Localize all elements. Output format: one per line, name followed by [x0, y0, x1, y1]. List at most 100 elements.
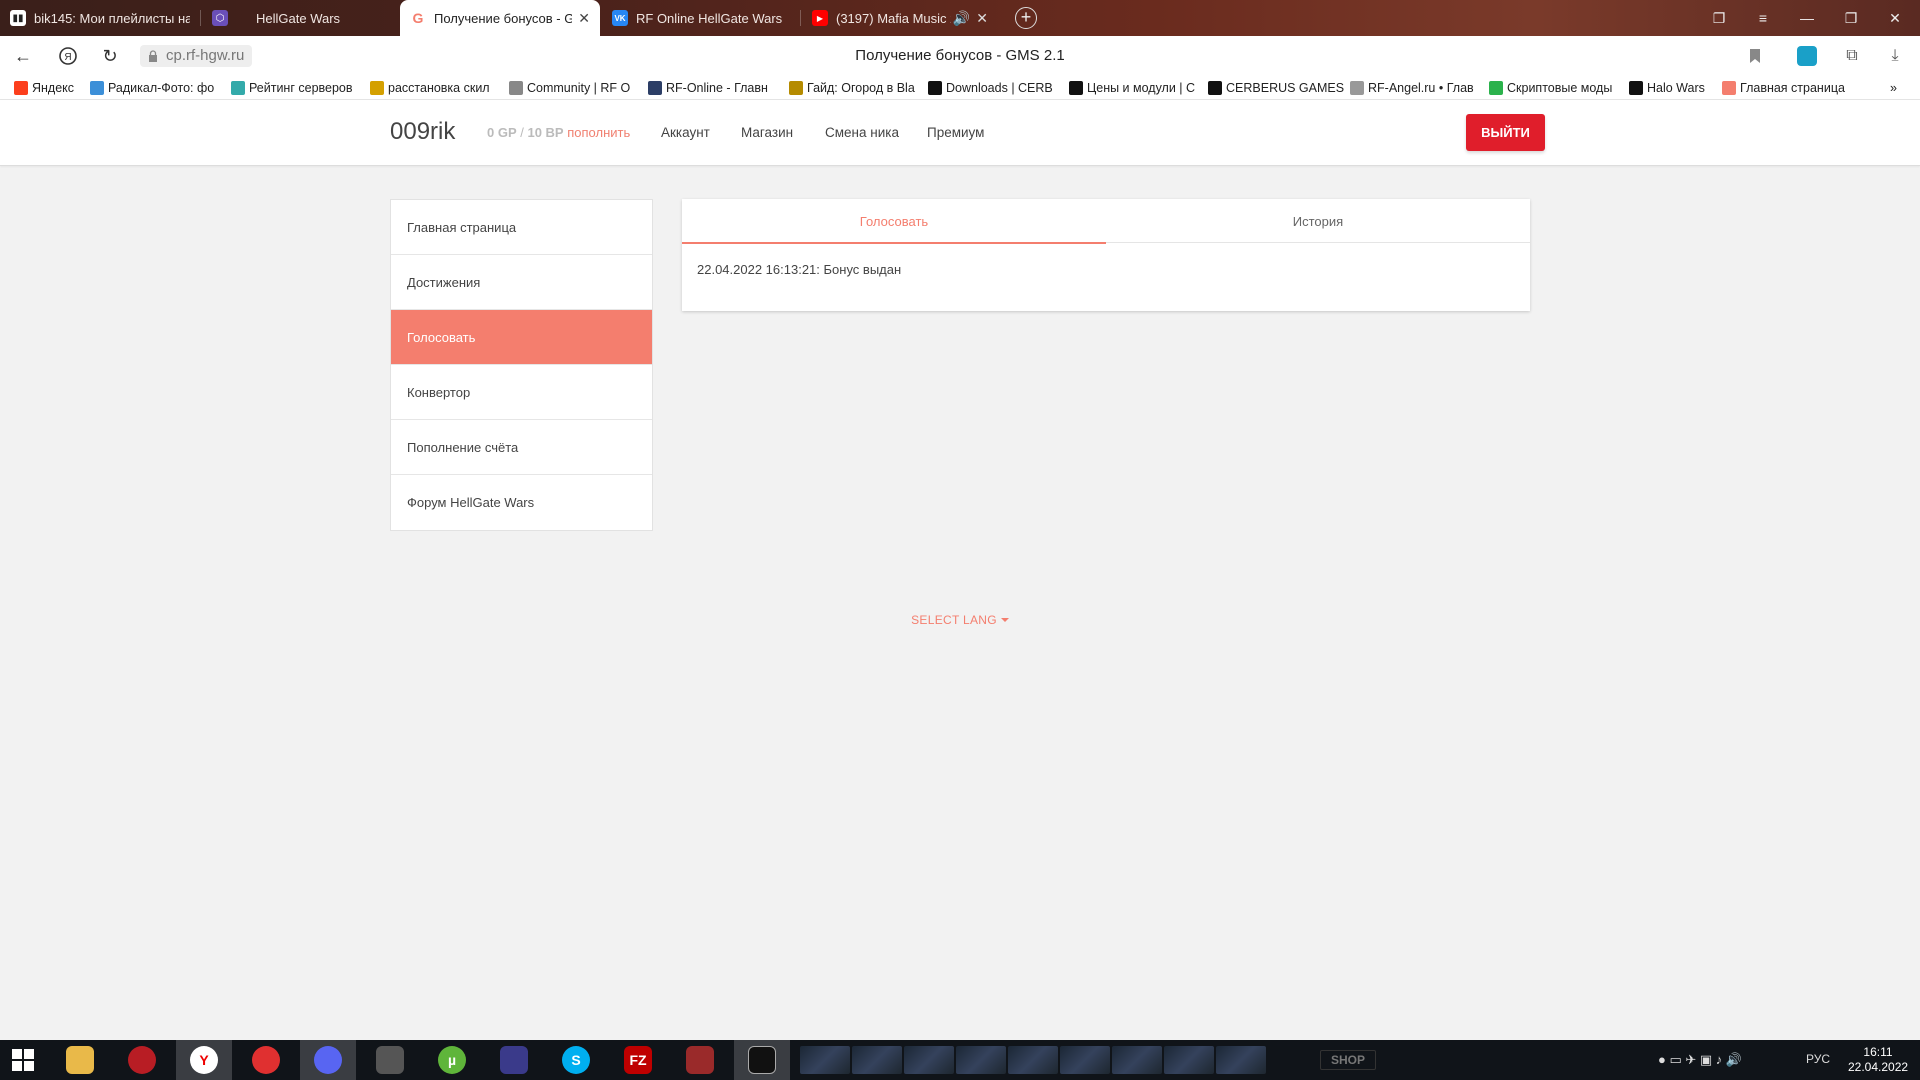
app-thumbnail[interactable]: [1008, 1046, 1058, 1074]
utorrent-icon[interactable]: µ: [424, 1040, 480, 1080]
download-icon[interactable]: ⤓: [1883, 44, 1907, 68]
yandex-browser-icon[interactable]: Y: [176, 1040, 232, 1080]
logout-button[interactable]: ВЫЙТИ: [1466, 114, 1545, 151]
nav-shop[interactable]: Магазин: [741, 125, 793, 140]
bookmark-item[interactable]: Цены и модули | C: [1069, 80, 1202, 96]
bookmark-item[interactable]: Радикал-Фото: фо: [90, 80, 225, 96]
sidebar-item-vote[interactable]: Голосовать: [391, 310, 652, 365]
restore-icon[interactable]: ❐: [1829, 0, 1873, 36]
app-thumbnail[interactable]: [1216, 1046, 1266, 1074]
app-game-icon[interactable]: [486, 1040, 542, 1080]
app-tool-icon[interactable]: [362, 1040, 418, 1080]
yandex-icon: [14, 81, 28, 95]
browser-tab-youtube[interactable]: ▶ (3197) Mafia Music 20 🔊 ✕: [802, 0, 998, 36]
tab-history[interactable]: История: [1106, 199, 1530, 243]
app-launcher-icon[interactable]: [672, 1040, 728, 1080]
bookmark-label: Яндекс: [32, 81, 75, 95]
bookmark-label: Радикал-Фото: фо: [108, 81, 215, 95]
close-tab-icon[interactable]: ✕: [976, 10, 988, 27]
app-thumbnail[interactable]: [852, 1046, 902, 1074]
bookmark-item[interactable]: Гайд: Огород в Bla: [789, 80, 922, 96]
close-tab-icon[interactable]: ✕: [578, 10, 590, 27]
extension-icon[interactable]: [1795, 44, 1819, 68]
username: 009rik: [390, 118, 456, 145]
clock-date: 22.04.2022: [1848, 1060, 1909, 1074]
sidebar-item-converter[interactable]: Конвертор: [391, 365, 652, 420]
cerberus-app-icon[interactable]: [734, 1040, 790, 1080]
bookmark-icon[interactable]: [1743, 44, 1767, 68]
tray-icons[interactable]: ● ▭ ✈ ▣ ♪ 🔊: [1658, 1052, 1742, 1068]
menu-icon[interactable]: ≡: [1741, 0, 1785, 36]
bookmark-item[interactable]: Downloads | CERB: [928, 80, 1063, 96]
tabs-icon[interactable]: ❐: [1697, 0, 1741, 36]
collections-icon[interactable]: ⧉: [1840, 44, 1864, 68]
shop-button[interactable]: SHOP: [1320, 1050, 1377, 1070]
discord-icon[interactable]: [300, 1040, 356, 1080]
nav-account[interactable]: Аккаунт: [661, 125, 710, 140]
bookmark-label: Гайд: Огород в Bla: [807, 81, 915, 95]
bookmark-label: Halo Wars: [1647, 81, 1705, 95]
app-thumbnail[interactable]: [1112, 1046, 1162, 1074]
cerberus-icon: [928, 81, 942, 95]
sidebar-item-achievements[interactable]: Достижения: [391, 255, 652, 310]
bookmark-label: RF-Angel.ru • Глав: [1368, 81, 1474, 95]
skype-icon[interactable]: S: [548, 1040, 604, 1080]
bookmarks-bar: Яндекс Радикал-Фото: фо Рейтинг серверов ра…: [0, 76, 1920, 100]
bookmark-item[interactable]: Яндекс: [14, 80, 84, 96]
bookmark-item[interactable]: RF-Angel.ru • Глав: [1350, 80, 1483, 96]
g-logo-icon: [1722, 81, 1736, 95]
app-thumbnail[interactable]: [956, 1046, 1006, 1074]
bookmark-item[interactable]: RF-Online - Главн: [648, 80, 783, 96]
select-lang-dropdown[interactable]: SELECT LANG: [0, 613, 1920, 627]
bookmark-label: Downloads | CERB: [946, 81, 1053, 95]
bookmark-label: расстановка скил: [388, 81, 490, 95]
bookmark-item[interactable]: Рейтинг серверов: [231, 80, 365, 96]
input-language[interactable]: РУС: [1806, 1052, 1830, 1066]
game-launcher-icon[interactable]: [238, 1040, 294, 1080]
sidebar-item-topup[interactable]: Пополнение счёта: [391, 420, 652, 475]
tab-vote[interactable]: Голосовать: [682, 199, 1106, 244]
app-thumbnail[interactable]: [1060, 1046, 1110, 1074]
browser-tab-vk[interactable]: VK RF Online HellGate Wars: [602, 0, 798, 36]
vote-card: Голосовать История 22.04.2022 16:13:21: …: [682, 199, 1530, 311]
gp-balance: 0 GP: [487, 125, 517, 140]
topup-link[interactable]: пополнить: [567, 125, 630, 140]
card-tabs: Голосовать История: [682, 199, 1530, 244]
sidebar-item-forum[interactable]: Форум HellGate Wars: [391, 475, 652, 530]
clock[interactable]: 16:11 22.04.2022: [1848, 1045, 1908, 1075]
app-red-icon[interactable]: [114, 1040, 170, 1080]
bookmark-item[interactable]: расстановка скил: [370, 80, 503, 96]
bookmarks-overflow-icon[interactable]: »: [1890, 80, 1897, 96]
vk-icon: VK: [612, 10, 628, 26]
bookmark-label: CERBERUS GAMES: [1226, 81, 1344, 95]
bookmark-item[interactable]: Halo Wars: [1629, 80, 1715, 96]
app-thumbnail[interactable]: [800, 1046, 850, 1074]
close-window-icon[interactable]: ✕: [1873, 0, 1917, 36]
script-icon: [1489, 81, 1503, 95]
bookmark-item[interactable]: Скриптовые моды: [1489, 80, 1623, 96]
browser-tab-hellgate[interactable]: ⬡ HellGate Wars: [202, 0, 398, 36]
sidebar: Главная страница Достижения Голосовать К…: [390, 199, 653, 531]
bookmark-label: Главная страница: [1740, 81, 1845, 95]
filezilla-icon[interactable]: FZ: [610, 1040, 666, 1080]
file-explorer-icon[interactable]: [52, 1040, 108, 1080]
nav-premium[interactable]: Премиум: [927, 125, 984, 140]
speaker-icon[interactable]: 🔊: [953, 10, 970, 27]
new-tab-button[interactable]: +: [1015, 7, 1037, 29]
bookmark-item[interactable]: Community | RF O: [509, 80, 642, 96]
bookmark-item[interactable]: CERBERUS GAMES: [1208, 80, 1344, 96]
app-thumbnail[interactable]: [904, 1046, 954, 1074]
app-thumbnail[interactable]: [1164, 1046, 1214, 1074]
nav-change-nick[interactable]: Смена ника: [825, 125, 899, 140]
bookmark-item[interactable]: Главная страница: [1722, 80, 1847, 96]
bookmark-label: Рейтинг серверов: [249, 81, 353, 95]
tab-title: RF Online HellGate Wars: [636, 10, 783, 26]
page-icon: [1350, 81, 1364, 95]
browser-tab-bonuses[interactable]: G Получение бонусов - G ✕: [400, 0, 600, 36]
windows-start-icon[interactable]: [0, 1040, 46, 1080]
sidebar-item-home[interactable]: Главная страница: [391, 200, 652, 255]
minimize-icon[interactable]: —: [1785, 0, 1829, 36]
address-bar: ← Я ↻ cp.rf-hgw.ru Получение бонусов - G…: [0, 36, 1920, 76]
browser-tab-playlists[interactable]: ▮▮ bik145: Мои плейлисты на: [0, 0, 200, 36]
page-title: Получение бонусов - GMS 2.1: [855, 47, 1065, 64]
